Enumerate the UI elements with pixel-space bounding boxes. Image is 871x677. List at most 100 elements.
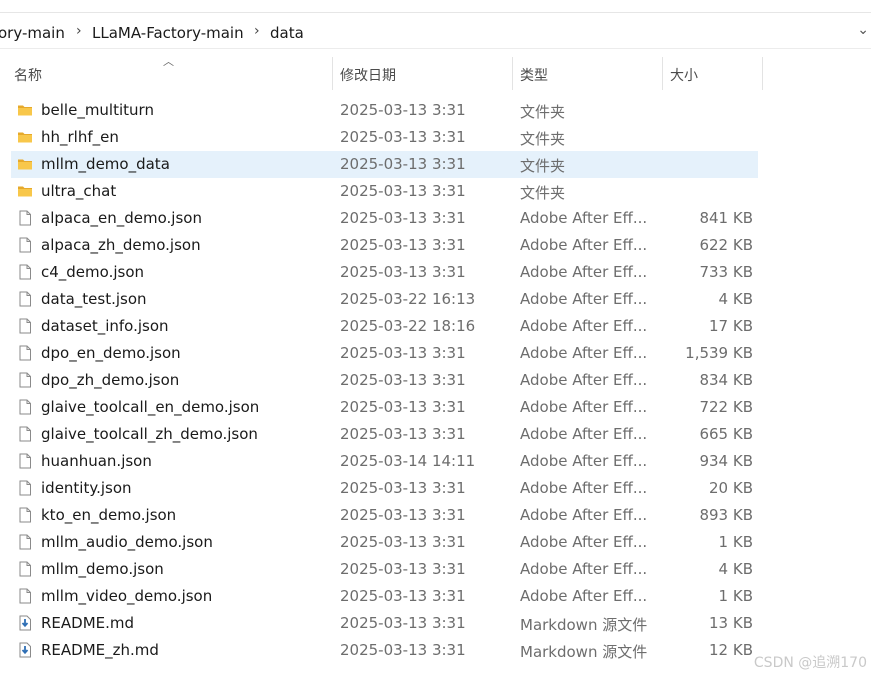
sort-ascending-icon: ︿	[163, 55, 174, 68]
file-row[interactable]: glaive_toolcall_zh_demo.json 2025-03-13 3…	[0, 421, 871, 448]
file-name[interactable]: belle_multiturn	[41, 101, 154, 119]
file-icon	[17, 237, 33, 253]
file-name[interactable]: c4_demo.json	[41, 263, 144, 281]
file-modified-date: 2025-03-13 3:31	[340, 587, 466, 605]
file-type: Adobe After Eff...	[520, 587, 648, 605]
column-divider[interactable]	[512, 57, 513, 90]
file-name[interactable]: glaive_toolcall_zh_demo.json	[41, 425, 258, 443]
file-row[interactable]: mllm_audio_demo.json 2025-03-13 3:31 Adobe…	[0, 529, 871, 556]
file-modified-date: 2025-03-13 3:31	[340, 101, 466, 119]
file-icon	[17, 372, 33, 388]
file-name[interactable]: mllm_audio_demo.json	[41, 533, 213, 551]
file-icon	[17, 318, 33, 334]
file-size: 934 KB	[699, 452, 753, 470]
file-row[interactable]: glaive_toolcall_en_demo.json 2025-03-13 3…	[0, 394, 871, 421]
file-name[interactable]: ultra_chat	[41, 182, 116, 200]
file-name[interactable]: dpo_zh_demo.json	[41, 371, 179, 389]
file-name[interactable]: README_zh.md	[41, 641, 159, 659]
file-name[interactable]: alpaca_zh_demo.json	[41, 236, 201, 254]
file-name[interactable]: huanhuan.json	[41, 452, 152, 470]
file-name[interactable]: data_test.json	[41, 290, 147, 308]
breadcrumb-item-parent[interactable]: ory-main	[0, 24, 65, 42]
file-row[interactable]: README.md 2025-03-13 3:31 Markdown 源文件 13 K…	[0, 610, 871, 637]
markdown-icon	[17, 615, 33, 631]
file-name[interactable]: hh_rlhf_en	[41, 128, 119, 146]
file-icon	[17, 561, 33, 577]
file-row[interactable]: huanhuan.json 2025-03-14 14:11 Adobe After…	[0, 448, 871, 475]
file-row[interactable]: c4_demo.json 2025-03-13 3:31 Adobe After E…	[0, 259, 871, 286]
file-row[interactable]: ultra_chat 2025-03-13 3:31 文件夹	[0, 178, 871, 205]
file-name[interactable]: kto_en_demo.json	[41, 506, 176, 524]
chevron-right-icon[interactable]: ›	[76, 23, 82, 39]
file-type: 文件夹	[520, 130, 566, 148]
file-type: 文件夹	[520, 184, 566, 202]
file-name[interactable]: mllm_demo.json	[41, 560, 164, 578]
file-row[interactable]: kto_en_demo.json 2025-03-13 3:31 Adobe Aft…	[0, 502, 871, 529]
column-header-row: ︿ 名称 修改日期 类型 大小	[0, 55, 871, 91]
column-header-name[interactable]: 名称	[14, 65, 42, 85]
column-divider[interactable]	[332, 57, 333, 90]
file-type: Adobe After Eff...	[520, 506, 648, 524]
file-name[interactable]: README.md	[41, 614, 134, 632]
file-name[interactable]: glaive_toolcall_en_demo.json	[41, 398, 259, 416]
file-type: Markdown 源文件	[520, 616, 648, 634]
file-row[interactable]: identity.json 2025-03-13 3:31 Adobe After …	[0, 475, 871, 502]
file-row[interactable]: data_test.json 2025-03-22 16:13 Adobe Afte…	[0, 286, 871, 313]
column-header-size[interactable]: 大小	[670, 65, 698, 85]
file-size: 722 KB	[699, 398, 753, 416]
file-modified-date: 2025-03-13 3:31	[340, 560, 466, 578]
file-icon	[17, 291, 33, 307]
file-name[interactable]: dpo_en_demo.json	[41, 344, 181, 362]
file-modified-date: 2025-03-13 3:31	[340, 209, 466, 227]
file-modified-date: 2025-03-13 3:31	[340, 344, 466, 362]
file-size: 20 KB	[709, 479, 753, 497]
chevron-right-icon[interactable]: ›	[254, 23, 260, 39]
breadcrumb-item-current[interactable]: data	[270, 24, 304, 42]
file-icon	[17, 453, 33, 469]
chevron-down-icon[interactable]: ⌄	[857, 22, 869, 38]
file-icon	[17, 345, 33, 361]
file-row[interactable]: dataset_info.json 2025-03-22 18:16 Adobe A…	[0, 313, 871, 340]
file-row[interactable]: alpaca_zh_demo.json 2025-03-13 3:31 Adobe …	[0, 232, 871, 259]
file-type: Adobe After Eff...	[520, 236, 648, 254]
file-modified-date: 2025-03-13 3:31	[340, 533, 466, 551]
file-row[interactable]: README_zh.md 2025-03-13 3:31 Markdown 源文件 1…	[0, 637, 871, 664]
file-name[interactable]: mllm_demo_data	[41, 155, 170, 173]
file-icon	[17, 588, 33, 604]
file-row[interactable]: alpaca_en_demo.json 2025-03-13 3:31 Adobe …	[0, 205, 871, 232]
file-type: Adobe After Eff...	[520, 425, 648, 443]
file-name[interactable]: mllm_video_demo.json	[41, 587, 212, 605]
file-size: 834 KB	[699, 371, 753, 389]
file-row[interactable]: dpo_zh_demo.json 2025-03-13 3:31 Adobe Aft…	[0, 367, 871, 394]
breadcrumb-item-llama-factory[interactable]: LLaMA-Factory-main	[92, 24, 244, 42]
folder-icon	[17, 183, 33, 199]
folder-icon	[17, 102, 33, 118]
file-type: Adobe After Eff...	[520, 398, 648, 416]
file-row[interactable]: mllm_demo.json 2025-03-13 3:31 Adobe After…	[0, 556, 871, 583]
file-row[interactable]: dpo_en_demo.json 2025-03-13 3:31 Adobe Aft…	[0, 340, 871, 367]
column-header-type[interactable]: 类型	[520, 65, 548, 85]
file-modified-date: 2025-03-13 3:31	[340, 182, 466, 200]
file-name[interactable]: alpaca_en_demo.json	[41, 209, 202, 227]
file-name[interactable]: dataset_info.json	[41, 317, 169, 335]
file-type: Adobe After Eff...	[520, 533, 648, 551]
file-modified-date: 2025-03-13 3:31	[340, 425, 466, 443]
markdown-icon	[17, 642, 33, 658]
file-size: 1 KB	[718, 533, 753, 551]
file-type: Adobe After Eff...	[520, 290, 648, 308]
column-header-modified[interactable]: 修改日期	[340, 65, 396, 85]
file-type: Adobe After Eff...	[520, 209, 648, 227]
file-row[interactable]: mllm_video_demo.json 2025-03-13 3:31 Adobe…	[0, 583, 871, 610]
file-modified-date: 2025-03-22 18:16	[340, 317, 476, 335]
file-row[interactable]: hh_rlhf_en 2025-03-13 3:31 文件夹	[0, 124, 871, 151]
file-modified-date: 2025-03-13 3:31	[340, 236, 466, 254]
file-row[interactable]: belle_multiturn 2025-03-13 3:31 文件夹	[0, 97, 871, 124]
file-size: 1 KB	[718, 587, 753, 605]
file-row[interactable]: mllm_demo_data 2025-03-13 3:31 文件夹	[0, 151, 871, 178]
file-modified-date: 2025-03-22 16:13	[340, 290, 476, 308]
column-divider[interactable]	[762, 57, 763, 90]
file-size: 841 KB	[699, 209, 753, 227]
file-name[interactable]: identity.json	[41, 479, 132, 497]
file-icon	[17, 480, 33, 496]
column-divider[interactable]	[662, 57, 663, 90]
